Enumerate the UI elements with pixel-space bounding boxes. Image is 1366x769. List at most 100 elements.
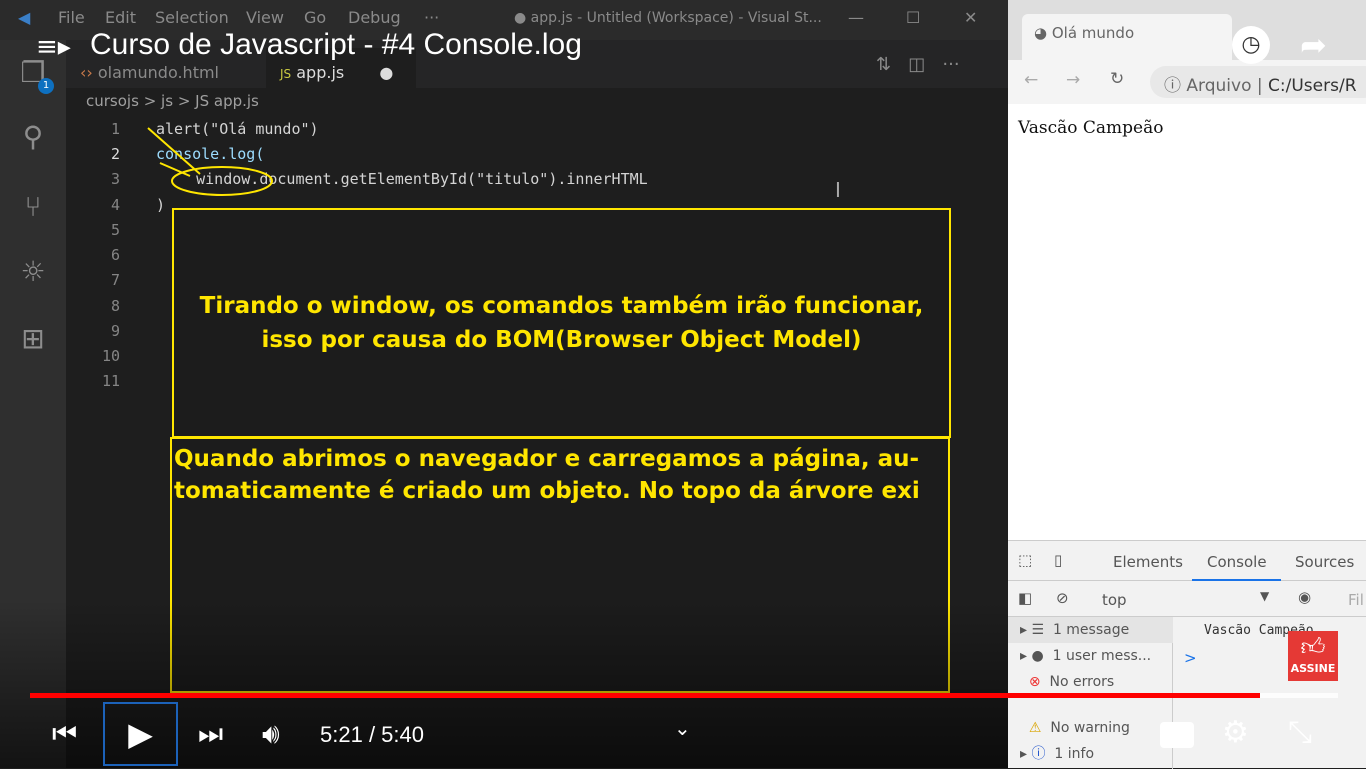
tab-sources[interactable]: Sources (1295, 553, 1354, 571)
crumb-cursojs[interactable]: cursojs (86, 92, 139, 110)
annotation-text: tomaticamente é criado um objeto. No top… (174, 478, 920, 504)
line-number: 1 (110, 120, 120, 138)
next-button[interactable]: ⏭︎ (198, 720, 223, 748)
label: 1 user mess... (1052, 648, 1152, 664)
label: No errors (1049, 674, 1115, 690)
maximize-button[interactable]: ☐ (906, 8, 920, 27)
exit-fullscreen-button[interactable]: ⤡ (1288, 718, 1312, 748)
annotation-box-bom: Tirando o window, os comandos também irã… (172, 208, 951, 438)
window-title: ● app.js - Untitled (Workspace) - Visual… (514, 10, 822, 26)
watch-later-icon[interactable]: ◷ (1232, 26, 1270, 64)
subscribe-button[interactable]: 👍︎ ASSINE (1288, 631, 1338, 681)
crumb-js[interactable]: js (161, 92, 173, 110)
page-text: Vascão Campeão (1018, 118, 1164, 138)
back-icon[interactable]: ← (1024, 70, 1038, 90)
subscribe-label: ASSINE (1290, 662, 1336, 675)
minimize-button[interactable]: — (848, 8, 864, 27)
label: 1 message (1052, 622, 1130, 638)
progress-played (30, 693, 1260, 698)
eye-icon[interactable]: ◉ (1298, 588, 1311, 606)
menu-go[interactable]: Go (304, 8, 326, 27)
video-title[interactable]: Curso de Javascript - #4 Console.log (90, 29, 582, 60)
url-field[interactable]: ⓘ Arquivo | C:/Users/R (1150, 66, 1366, 98)
dropdown-icon[interactable]: ▼ (1260, 589, 1269, 603)
line-number: 7 (110, 271, 120, 289)
sidebar-errors[interactable]: ⊗ No errors (1008, 669, 1173, 695)
label: 1 info (1054, 746, 1095, 762)
crumb-sep: > (177, 92, 191, 110)
console-prompt[interactable]: > (1184, 649, 1197, 667)
previous-button[interactable]: ⏮︎ (52, 720, 77, 748)
reload-icon[interactable]: ↻ (1110, 69, 1124, 89)
vscode-window: ◀ File Edit Selection View Go Debug ··· … (0, 0, 1008, 768)
editor-actions[interactable]: ⇅ ◫ ··· (876, 54, 960, 75)
volume-button[interactable]: 🔊︎ (262, 720, 280, 748)
tab-label: olamundo.html (97, 63, 219, 82)
annotation-box-window: Quando abrimos o navegador e carregamos … (170, 437, 950, 693)
explorer-badge: 1 (38, 78, 54, 94)
tab-label: app.js (296, 63, 345, 82)
code-line[interactable]: console.log( (156, 145, 264, 163)
source-control-icon[interactable]: ⑂ (16, 190, 50, 224)
time-separator: / (362, 722, 382, 747)
text-cursor-icon: I (835, 178, 841, 202)
menu-view[interactable]: View (246, 8, 284, 27)
code-line[interactable]: ) (156, 196, 165, 214)
url-text: C:/Users/R (1268, 76, 1357, 96)
time-display: 5:21 / 5:40 (320, 722, 424, 748)
line-number: 9 (110, 322, 120, 340)
tab-elements[interactable]: Elements (1113, 553, 1183, 571)
line-number: 5 (110, 221, 120, 239)
menu-debug[interactable]: Debug (348, 8, 401, 27)
browser-tab-title: Olá mundo (1051, 24, 1135, 42)
search-icon[interactable]: ⚲ (16, 120, 50, 154)
menu-selection[interactable]: Selection (155, 8, 229, 27)
inspect-icon[interactable]: ⬚ (1018, 551, 1032, 569)
line-number: 3 (110, 170, 120, 188)
sidebar-user-messages[interactable]: ▸ ● 1 user mess... (1008, 643, 1173, 669)
menu-edit[interactable]: Edit (105, 8, 136, 27)
play-button[interactable]: ▶︎ (103, 702, 178, 766)
line-number: 6 (110, 246, 120, 264)
line-number: 10 (101, 347, 120, 365)
playlist-icon[interactable]: ≡▸ (36, 32, 71, 62)
tab-console[interactable]: Console (1192, 553, 1281, 581)
crumb-app-js[interactable]: JS app.js (195, 92, 259, 110)
current-time: 5:21 (320, 722, 363, 747)
annotation-text: Quando abrimos o navegador e carregamos … (174, 446, 920, 472)
breadcrumb: cursojs > js > JS app.js (86, 92, 259, 110)
sidebar-info[interactable]: ▸ ⓘ 1 info (1008, 741, 1173, 767)
sidebar-warnings[interactable]: ⚠ No warning (1008, 715, 1173, 741)
crumb-sep: > (143, 92, 157, 110)
duration: 5:40 (381, 722, 424, 747)
progress-bar[interactable] (30, 693, 1338, 698)
url-scheme-label: Arquivo (1186, 76, 1252, 96)
chevron-down-icon[interactable]: ⌄ (674, 718, 691, 738)
vscode-logo-icon: ◀ (18, 8, 31, 27)
browser-tab[interactable]: ◕ Olá mundo (1022, 14, 1232, 60)
activity-bar: ❐ 1 ⚲ ⑂ ☼ ⊞ (0, 40, 66, 768)
line-number: 8 (110, 297, 120, 315)
close-button[interactable]: ✕ (964, 8, 977, 27)
extensions-icon[interactable]: ⊞ (16, 322, 50, 356)
line-number: 4 (110, 196, 120, 214)
code-line[interactable]: window.document.getElementById("titulo")… (160, 170, 648, 188)
share-icon[interactable]: ➦ (1300, 26, 1327, 64)
sidebar-toggle-icon[interactable]: ◧ (1018, 589, 1032, 607)
code-line[interactable]: alert("Olá mundo") (156, 120, 319, 138)
settings-button[interactable]: ⚙︎ (1222, 718, 1249, 748)
device-icon[interactable]: ▯ (1054, 551, 1062, 569)
clear-console-icon[interactable]: ⊘ (1056, 589, 1069, 607)
filter-input[interactable]: Fil (1348, 591, 1364, 609)
debug-icon[interactable]: ☼ (16, 255, 50, 289)
captions-button[interactable] (1160, 722, 1194, 748)
menu-file[interactable]: File (58, 8, 85, 27)
line-number: 2 (110, 145, 120, 163)
sidebar-messages[interactable]: ▸ ☰ 1 message (1008, 617, 1173, 643)
context-select[interactable]: top (1102, 591, 1127, 609)
menu-more[interactable]: ··· (424, 8, 439, 27)
line-number: 11 (101, 372, 120, 390)
address-bar: ← → ↻ ⓘ Arquivo | C:/Users/R (1008, 60, 1366, 104)
label: No warning (1050, 720, 1130, 736)
forward-icon[interactable]: → (1066, 70, 1080, 90)
